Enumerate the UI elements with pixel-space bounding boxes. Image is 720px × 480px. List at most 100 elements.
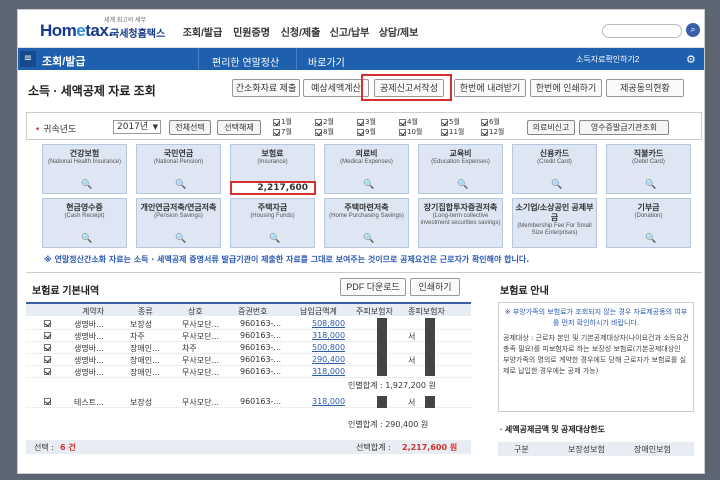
month-8[interactable]: 8월 (315, 127, 334, 137)
hometax-logo[interactable]: Hometax. (40, 21, 113, 41)
select-all-button[interactable]: 전체선택 (169, 120, 211, 135)
row-checkbox[interactable] (44, 320, 51, 327)
nav-item-filing[interactable]: 신고/납부 (325, 24, 374, 39)
month-1[interactable]: 1월 (273, 117, 292, 127)
submit-simplified-button[interactable]: 간소화자료 제출 (232, 79, 300, 97)
tile-donation[interactable]: 기부금 (Donation) 🔍 (606, 198, 691, 248)
medical-report-button[interactable]: 의료비신고 (527, 120, 575, 135)
tile-credit-card[interactable]: 신용카드 (Credit Card) 🔍 (512, 144, 597, 194)
breadcrumb-shortcut[interactable]: 바로가기 (308, 54, 345, 69)
tile-education[interactable]: 교육비 (Education Expenses) 🔍 (418, 144, 503, 194)
cell-policy: 960163-... (240, 355, 282, 364)
cell-contractor: 생명바... (74, 332, 104, 341)
table-row[interactable]: 생명바... 보장성 무사모단... 960163-... 508,800 (26, 318, 471, 330)
selected-count-label: 선택 : (34, 443, 54, 452)
top-header: Hometax. 세계 최고의 세무 국세청홈택스 조회/발급 민원증명 신청/… (18, 10, 704, 48)
breadcrumb-bar: ≡ 조회/발급 편리한 연말정산 바로가기 소득자료확인하기2 ⚙ (18, 48, 704, 70)
table-row[interactable]: 생명바... 장애인... 무사모단... 960163-... 290,400… (26, 354, 471, 366)
cell-amount[interactable]: 500,800 (312, 343, 345, 352)
col-type: 종류 (138, 307, 153, 316)
table-row[interactable]: 생명바... 장애인... 차주 960163-... 500,800 (26, 342, 471, 354)
row-checkbox[interactable] (44, 398, 51, 405)
cell-amount[interactable]: 318,000 (312, 331, 345, 340)
cell-amount[interactable]: 508,800 (312, 319, 345, 328)
details-title: 보험료 기본내역 (32, 286, 100, 297)
month-7[interactable]: 7월 (273, 127, 292, 137)
row-checkbox[interactable] (44, 332, 51, 339)
breadcrumb-right[interactable]: 소득자료확인하기2 (576, 54, 639, 65)
tile-health-insurance[interactable]: 건강보험 (National Health Insurance) 🔍 (42, 144, 127, 194)
month-9[interactable]: 9월 (357, 127, 376, 137)
nav-item-application[interactable]: 신청/제출 (276, 24, 325, 39)
estimate-tax-button[interactable]: 예상세액계산 (303, 79, 369, 97)
month-2[interactable]: 2월 (315, 117, 334, 127)
selected-count-value: 6 건 (60, 443, 76, 452)
month-12[interactable]: 12월 (481, 127, 504, 137)
download-all-button[interactable]: 한번에 내려받기 (454, 79, 526, 97)
magnifier-icon: 🔍 (645, 233, 657, 243)
cell-amount[interactable]: 290,400 (312, 355, 345, 364)
tile-housing-funds[interactable]: 주택자금 (Housing Funds) 🔍 (230, 198, 315, 248)
tile-small-business[interactable]: 소기업/소상공인 공제부금 (Membership Fee For Small S… (512, 198, 597, 248)
month-5[interactable]: 5월 (441, 117, 460, 127)
cell-policy: 960163-... (240, 319, 282, 328)
highlight-box (361, 74, 452, 101)
pdf-download-button[interactable]: PDF 다운로드 (340, 278, 406, 296)
search-input[interactable] (602, 24, 682, 38)
month-11[interactable]: 11월 (441, 127, 464, 137)
tile-debit-card[interactable]: 직불카드 (Debit Card) 🔍 (606, 144, 691, 194)
row-checkbox[interactable] (44, 356, 51, 363)
month-6[interactable]: 6월 (481, 117, 500, 127)
guide-table-header: 구분 보장성보험 장애인보험 (498, 442, 694, 456)
tile-investment-savings[interactable]: 장기집합투자증권저축 (Long-term collective investme… (418, 198, 503, 248)
nav-item-inquiry[interactable]: 조회/발급 (178, 24, 227, 39)
year-select[interactable]: 2017년 ▼ (113, 120, 161, 134)
table-row[interactable]: 생명바... 차주 무사모단... 960163-... 318,000 서 (26, 330, 471, 342)
cell-amount[interactable]: 318,000 (312, 397, 345, 406)
guide-panel: ※ 부양가족의 보험료가 조회되지 않는 경우 자료제공동의 여부를 먼저 확인… (498, 302, 694, 412)
masked-name (425, 396, 435, 408)
tile-national-pension[interactable]: 국민연금 (National Pension) 🔍 (136, 144, 221, 194)
month-10[interactable]: 10월 (399, 127, 422, 137)
tile-cash-receipt[interactable]: 현금영수증 (Cash Receipt) 🔍 (42, 198, 127, 248)
search-icon[interactable]: ⌕ (686, 23, 700, 37)
cell-company: 무사모단... (182, 356, 220, 365)
insurance-amount: 2,217,600 (230, 181, 316, 195)
cell-contractor: 생명바... (74, 356, 104, 365)
month-3[interactable]: 3월 (357, 117, 376, 127)
col-policy: 증권번호 (238, 307, 268, 316)
print-button[interactable]: 인쇄하기 (410, 278, 460, 296)
chevron-down-icon: ▼ (152, 123, 158, 131)
cell-insured: 서 (408, 356, 416, 365)
nav-item-certificate[interactable]: 민원증명 (227, 24, 276, 39)
print-all-button[interactable]: 한번에 인쇄하기 (530, 79, 602, 97)
table-row[interactable]: 테스트... 보장성 무사모단... 960163-... 318,000 서 (26, 396, 471, 408)
masked-name (377, 318, 387, 376)
tile-pension-savings[interactable]: 개인연금저축/연금저축 (Pension Savings) 🔍 (136, 198, 221, 248)
cell-type: 보장성 (130, 398, 153, 407)
col-disabled: 장애인보험 (634, 445, 671, 454)
cell-type: 보장성 (130, 320, 153, 329)
row-checkbox[interactable] (44, 368, 51, 375)
breadcrumb-year-end[interactable]: 편리한 연말정산 (212, 54, 279, 69)
deselect-button[interactable]: 선택해제 (217, 120, 261, 135)
table-footer: 선택 : 6 건 선택합계 : 2,217,600 원 (26, 440, 471, 454)
cell-type: 장애인... (130, 344, 160, 353)
tile-home-savings[interactable]: 주택마련저축 (Home Purchasing Savings) 🔍 (324, 198, 409, 248)
magnifier-icon: 🔍 (551, 179, 563, 189)
consent-status-button[interactable]: 제공동의현황 (606, 79, 684, 97)
magnifier-icon: 🔍 (645, 179, 657, 189)
tile-medical[interactable]: 의료비 (Medical Expenses) 🔍 (324, 144, 409, 194)
cell-policy: 960163-... (240, 397, 282, 406)
menu-icon[interactable]: ≡ (20, 51, 36, 67)
cell-amount[interactable]: 318,000 (312, 367, 345, 376)
cell-insured: 서 (408, 332, 416, 341)
table-row[interactable]: 생명바... 장애인... 무사모단... 960163-... 318,000 (26, 366, 471, 378)
issuer-lookup-button[interactable]: 영수증발급기관조회 (579, 120, 669, 135)
row-checkbox[interactable] (44, 344, 51, 351)
nav-item-consult[interactable]: 상담/제보 (374, 24, 423, 39)
month-4[interactable]: 4월 (399, 117, 418, 127)
gear-icon[interactable]: ⚙ (686, 53, 696, 66)
col-insured: 주피보험자 (356, 307, 393, 316)
cell-policy: 960163-... (240, 343, 282, 352)
